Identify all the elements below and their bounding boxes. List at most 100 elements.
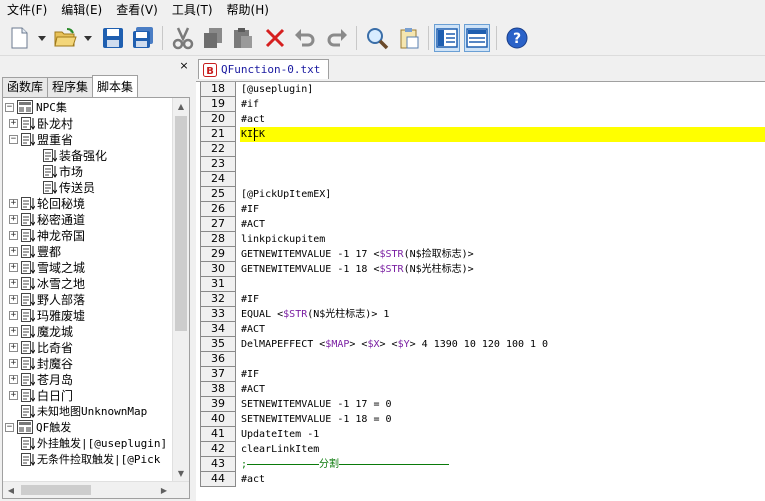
menu-help[interactable]: 帮助(H) (220, 0, 276, 20)
document-tab[interactable]: B QFunction-0.txt (198, 59, 330, 79)
menu-file[interactable]: 文件(F) (0, 0, 54, 20)
code-text[interactable]: #IF (240, 367, 765, 382)
open-button[interactable] (52, 24, 78, 52)
code-text[interactable]: GETNEWITEMVALUE -1 18 <$STR(N$光柱标志)> (240, 262, 765, 277)
scroll-thumb[interactable] (21, 485, 91, 495)
tab-program-set[interactable]: 程序集 (47, 77, 94, 97)
tree-item[interactable]: − 盟重省 (9, 131, 73, 147)
tab-function-library[interactable]: 函数库 (2, 77, 49, 97)
collapse-icon[interactable]: − (9, 134, 18, 144)
code-text[interactable]: SETNEWITEMVALUE -1 17 = 0 (240, 397, 765, 412)
collapse-icon[interactable]: − (5, 422, 14, 432)
expand-icon[interactable]: + (9, 118, 18, 128)
tree-vertical-scrollbar[interactable]: ▲ ▼ (172, 98, 189, 482)
expand-icon[interactable]: + (9, 198, 18, 208)
undo-button[interactable] (292, 24, 318, 52)
expand-icon[interactable]: + (9, 230, 18, 240)
new-file-dropdown-icon[interactable] (38, 36, 46, 42)
tree-item[interactable]: 装备强化 (43, 147, 107, 163)
layout-list-button[interactable] (464, 24, 490, 52)
tree-item[interactable]: + 秘密通道 (9, 211, 85, 227)
tree-item[interactable]: + 卧龙村 (9, 115, 73, 131)
scroll-thumb[interactable] (175, 116, 187, 331)
help-button[interactable]: ? (504, 24, 530, 52)
code-text[interactable] (240, 172, 765, 187)
code-text[interactable]: ; 分割 (240, 457, 765, 472)
tab-script-set[interactable]: 脚本集 (92, 75, 139, 97)
tree-item[interactable]: 传送员 (43, 179, 95, 195)
scroll-up-icon[interactable]: ▲ (173, 98, 189, 115)
code-text[interactable]: #IF (240, 292, 765, 307)
tree-item[interactable]: + 冰雪之地 (9, 275, 85, 291)
expand-icon[interactable]: + (9, 310, 18, 320)
tree-item[interactable]: + 苍月岛 (9, 371, 73, 387)
code-text[interactable]: #IF (240, 202, 765, 217)
tree-root-item[interactable]: − NPC集 (5, 99, 67, 115)
cut-button[interactable] (170, 24, 196, 52)
code-text[interactable]: #act (240, 112, 765, 127)
layout-left-button[interactable] (434, 24, 460, 52)
code-text[interactable] (240, 277, 765, 292)
code-text[interactable]: UpdateItem -1 (240, 427, 765, 442)
expand-icon[interactable]: + (9, 262, 18, 272)
code-text[interactable]: GETNEWITEMVALUE -1 17 <$STR(N$捡取标志)> (240, 247, 765, 262)
code-text[interactable]: [@PickUpItemEX] (240, 187, 765, 202)
tree-item[interactable]: + 封魔谷 (9, 355, 73, 371)
code-text[interactable] (240, 157, 765, 172)
expand-icon[interactable]: + (9, 358, 18, 368)
expand-icon[interactable]: + (9, 246, 18, 256)
tree-item[interactable]: + 白日门 (9, 387, 73, 403)
expand-icon[interactable]: + (9, 326, 18, 336)
redo-button[interactable] (324, 24, 350, 52)
tree-item[interactable]: + 野人部落 (9, 291, 85, 307)
menu-edit[interactable]: 编辑(E) (54, 0, 109, 20)
expand-icon[interactable]: + (9, 294, 18, 304)
expand-icon[interactable]: + (9, 374, 18, 384)
scroll-right-icon[interactable]: ▶ (156, 482, 172, 498)
open-dropdown-icon[interactable] (84, 36, 92, 42)
tree-item[interactable]: + 魔龙城 (9, 323, 73, 339)
tree-item[interactable]: + 神龙帝国 (9, 227, 85, 243)
tree-item[interactable]: + 豐都 (9, 243, 61, 259)
scroll-left-icon[interactable]: ◀ (3, 482, 19, 498)
clipboard-button[interactable] (396, 24, 422, 52)
expand-icon[interactable]: + (9, 390, 18, 400)
code-text[interactable]: SETNEWITEMVALUE -1 18 = 0 (240, 412, 765, 427)
find-button[interactable] (364, 24, 390, 52)
code-text[interactable]: #act (240, 472, 765, 487)
collapse-icon[interactable]: − (5, 102, 14, 112)
menu-tools[interactable]: 工具(T) (165, 0, 220, 20)
new-file-button[interactable] (6, 24, 32, 52)
highlighted-code-text[interactable]: KICK (240, 127, 765, 142)
close-panel-button[interactable]: × (178, 60, 190, 72)
code-text[interactable] (240, 142, 765, 157)
tree-horizontal-scrollbar[interactable]: ◀ ▶ (3, 481, 189, 498)
expand-icon[interactable]: + (9, 278, 18, 288)
code-text[interactable]: #ACT (240, 322, 765, 337)
tree-item[interactable]: + 轮回秘境 (9, 195, 85, 211)
paste-button[interactable] (230, 24, 256, 52)
code-text[interactable]: EQUAL <$STR(N$光柱标志)> 1 (240, 307, 765, 322)
code-text[interactable]: #ACT (240, 217, 765, 232)
tree-item[interactable]: + 比奇省 (9, 339, 73, 355)
save-all-button[interactable] (130, 24, 156, 52)
code-text[interactable]: [@useplugin] (240, 82, 765, 97)
code-text[interactable]: clearLinkItem (240, 442, 765, 457)
tree-item[interactable]: + 雪域之城 (9, 259, 85, 275)
menu-view[interactable]: 查看(V) (109, 0, 165, 20)
scroll-down-icon[interactable]: ▼ (173, 465, 189, 482)
code-editor[interactable]: 18 [@useplugin] 19 #if 20 #act 21 KICK 22232425 [… (196, 81, 765, 501)
tree-item[interactable]: 外挂触发|[@useplugin] (9, 435, 167, 451)
expand-icon[interactable]: + (9, 214, 18, 224)
code-text[interactable] (240, 352, 765, 367)
code-text[interactable]: linkpickupitem (240, 232, 765, 247)
copy-button[interactable] (200, 24, 226, 52)
save-button[interactable] (100, 24, 126, 52)
tree-root-item[interactable]: − QF触发 (5, 419, 71, 435)
expand-icon[interactable]: + (9, 342, 18, 352)
tree-item[interactable]: + 玛雅废墟 (9, 307, 85, 323)
code-text[interactable]: #if (240, 97, 765, 112)
tree-item[interactable]: 无条件捡取触发|[@Pick (9, 451, 160, 467)
code-text[interactable]: DelMAPEFFECT <$MAP> <$X> <$Y> 4 1390 10 … (240, 337, 765, 352)
code-text[interactable]: #ACT (240, 382, 765, 397)
